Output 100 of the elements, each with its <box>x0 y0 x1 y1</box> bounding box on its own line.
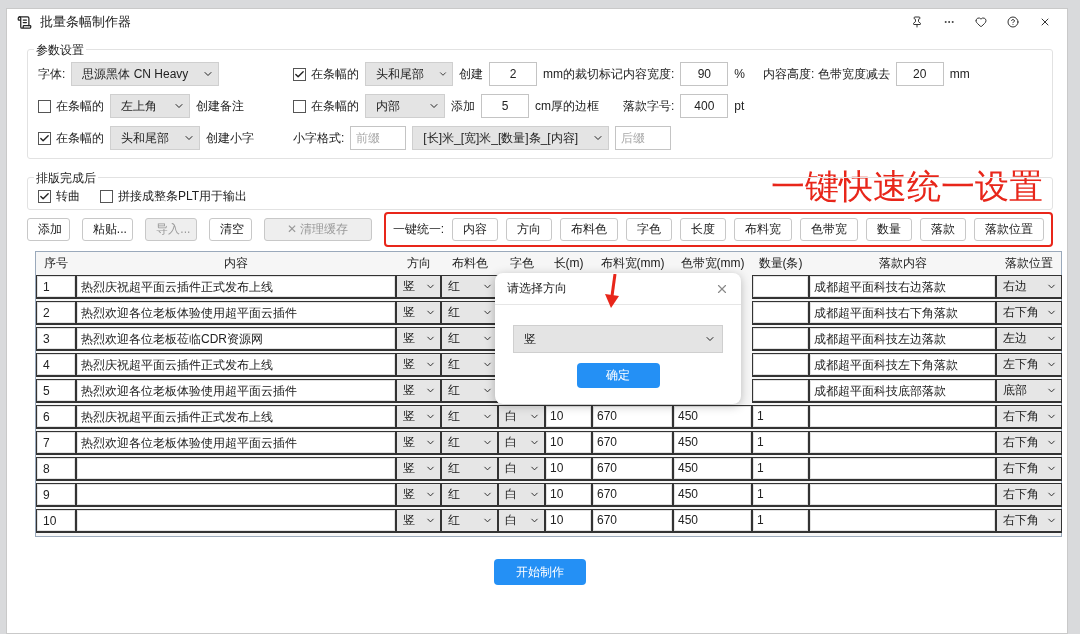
table-cell[interactable]: 670 <box>592 431 673 455</box>
cell-dropdown[interactable]: 右下角 <box>996 301 1062 325</box>
table-cell[interactable]: 10 <box>545 457 592 481</box>
table-cell[interactable]: 热烈欢迎各位老板莅临CDR资源网 <box>76 327 396 351</box>
action-button[interactable]: 清空 <box>208 218 252 241</box>
table-cell[interactable]: 450 <box>673 483 752 507</box>
table-cell[interactable]: 1 <box>752 509 809 533</box>
checkbox[interactable]: 拼接成整条PLT用于输出 <box>100 188 248 205</box>
cell-dropdown[interactable]: 竖 <box>396 405 441 429</box>
cell-dropdown[interactable]: 红 <box>441 301 498 325</box>
cell-dropdown[interactable]: 竖 <box>396 483 441 507</box>
dropdown[interactable]: 思源黑体 CN Heavy <box>71 62 220 86</box>
table-cell[interactable] <box>752 379 809 403</box>
dropdown[interactable]: 竖 <box>513 325 723 353</box>
table-cell[interactable] <box>752 275 809 299</box>
table-cell[interactable]: 成都超平面科技左下角落款 <box>809 353 996 377</box>
table-cell[interactable]: 670 <box>592 457 673 481</box>
input-field[interactable]: 400 <box>680 94 729 118</box>
input-field[interactable]: 90 <box>680 62 729 86</box>
cell-dropdown[interactable]: 竖 <box>396 431 441 455</box>
unify-button[interactable]: 落款 <box>920 218 966 241</box>
table-cell[interactable]: 1 <box>752 483 809 507</box>
table-cell[interactable]: 10 <box>545 509 592 533</box>
table-cell[interactable]: 670 <box>592 405 673 429</box>
table-cell[interactable]: 450 <box>673 509 752 533</box>
cell-dropdown[interactable]: 红 <box>441 379 498 403</box>
table-cell[interactable]: 热烈庆祝超平面云插件正式发布上线 <box>76 275 396 299</box>
table-cell[interactable]: 450 <box>673 431 752 455</box>
table-cell[interactable]: 热烈庆祝超平面云插件正式发布上线 <box>76 405 396 429</box>
unify-button[interactable]: 字色 <box>626 218 672 241</box>
table-cell[interactable]: 成都超平面科技左边落款 <box>809 327 996 351</box>
table-cell[interactable]: 成都超平面科技底部落款 <box>809 379 996 403</box>
table-cell[interactable]: 670 <box>592 483 673 507</box>
table-cell[interactable] <box>809 483 996 507</box>
cell-dropdown[interactable]: 红 <box>441 431 498 455</box>
cell-dropdown[interactable]: 红 <box>441 327 498 351</box>
checkbox[interactable]: 转曲 <box>38 188 80 205</box>
table-cell[interactable]: 1 <box>752 405 809 429</box>
cell-dropdown[interactable]: 红 <box>441 457 498 481</box>
unify-button[interactable]: 布料宽 <box>734 218 792 241</box>
dropdown[interactable]: 左上角 <box>110 94 190 118</box>
action-button[interactable]: 添加 <box>27 218 70 241</box>
cell-dropdown[interactable]: 红 <box>441 509 498 533</box>
cell-dropdown[interactable]: 竖 <box>396 379 441 403</box>
table-cell[interactable] <box>76 457 396 481</box>
cell-dropdown[interactable]: 竖 <box>396 275 441 299</box>
unify-button[interactable]: 落款位置 <box>974 218 1044 241</box>
cell-dropdown[interactable]: 竖 <box>396 457 441 481</box>
table-cell[interactable]: 450 <box>673 457 752 481</box>
cell-dropdown[interactable]: 白 <box>498 457 545 481</box>
table-cell[interactable]: 热烈欢迎各位老板体验使用超平面云插件 <box>76 431 396 455</box>
cell-dropdown[interactable]: 竖 <box>396 509 441 533</box>
cell-dropdown[interactable]: 竖 <box>396 353 441 377</box>
table-cell[interactable]: 10 <box>545 431 592 455</box>
table-cell[interactable]: 10 <box>545 483 592 507</box>
table-cell[interactable]: 热烈欢迎各位老板体验使用超平面云插件 <box>76 379 396 403</box>
action-button[interactable]: 粘贴... <box>81 218 134 241</box>
cell-dropdown[interactable]: 红 <box>441 275 498 299</box>
table-cell[interactable] <box>809 457 996 481</box>
cell-dropdown[interactable]: 红 <box>441 353 498 377</box>
unify-button[interactable]: 内容 <box>452 218 498 241</box>
dropdown[interactable]: 头和尾部 <box>110 126 200 150</box>
cell-dropdown[interactable]: 白 <box>498 509 545 533</box>
table-cell[interactable]: 450 <box>673 405 752 429</box>
cell-dropdown[interactable]: 右下角 <box>996 405 1062 429</box>
cell-dropdown[interactable]: 左下角 <box>996 353 1062 377</box>
table-cell[interactable]: 1 <box>752 431 809 455</box>
table-cell[interactable] <box>809 431 996 455</box>
unify-button[interactable]: 长度 <box>680 218 726 241</box>
checkbox[interactable]: 在条幅的 <box>293 97 359 115</box>
unify-button[interactable]: 方向 <box>506 218 552 241</box>
table-cell[interactable] <box>76 483 396 507</box>
dropdown[interactable]: [长]米_[宽]米_[数量]条_[内容] <box>412 126 610 150</box>
input-field[interactable]: 20 <box>895 62 944 86</box>
cell-dropdown[interactable]: 红 <box>441 405 498 429</box>
cell-dropdown[interactable]: 红 <box>441 483 498 507</box>
table-cell[interactable] <box>752 327 809 351</box>
table-cell[interactable]: 成都超平面科技右边落款 <box>809 275 996 299</box>
table-cell[interactable] <box>752 301 809 325</box>
cell-dropdown[interactable]: 右下角 <box>996 483 1062 507</box>
input-field[interactable]: 5 <box>481 94 529 118</box>
checkbox[interactable]: 在条幅的 <box>38 97 104 115</box>
cell-dropdown[interactable]: 白 <box>498 483 545 507</box>
table-cell[interactable] <box>752 353 809 377</box>
cell-dropdown[interactable]: 竖 <box>396 301 441 325</box>
cell-dropdown[interactable]: 右下角 <box>996 509 1062 533</box>
table-cell[interactable] <box>809 509 996 533</box>
table-cell[interactable]: 成都超平面科技右下角落款 <box>809 301 996 325</box>
dropdown[interactable]: 内部 <box>365 94 445 118</box>
input-field[interactable]: 2 <box>489 62 537 86</box>
unify-button[interactable]: 数量 <box>866 218 912 241</box>
table-cell[interactable] <box>76 509 396 533</box>
table-cell[interactable]: 热烈庆祝超平面云插件正式发布上线 <box>76 353 396 377</box>
table-cell[interactable] <box>809 405 996 429</box>
table-cell[interactable]: 10 <box>545 405 592 429</box>
cell-dropdown[interactable]: 右下角 <box>996 457 1062 481</box>
checkbox[interactable]: 在条幅的 <box>38 129 104 147</box>
cell-dropdown[interactable]: 白 <box>498 431 545 455</box>
table-cell[interactable]: 热烈欢迎各位老板体验使用超平面云插件 <box>76 301 396 325</box>
table-cell[interactable]: 1 <box>752 457 809 481</box>
